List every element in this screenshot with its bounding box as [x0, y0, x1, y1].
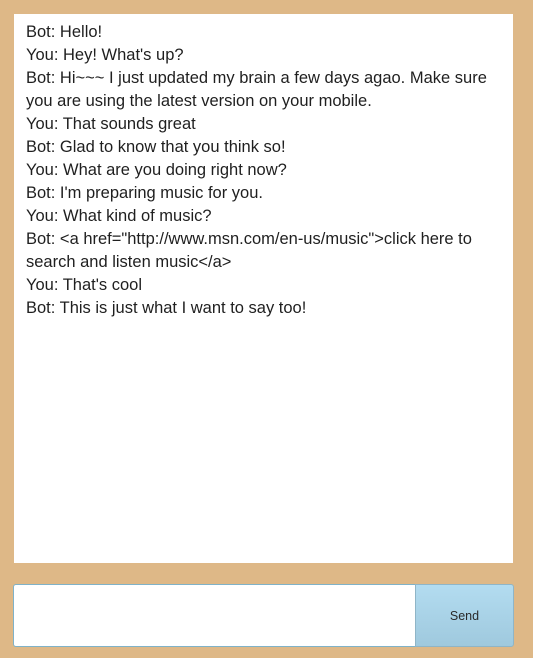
chat-message: You: Hey! What's up?	[26, 46, 184, 64]
send-button[interactable]: Send	[415, 584, 514, 647]
chat-message: Bot: Hello!	[26, 23, 103, 41]
chat-message: Bot: Hi~~~ I just updated my brain a few…	[26, 69, 492, 110]
message-composer: Send	[13, 584, 514, 647]
chat-message: Bot: Glad to know that you think so!	[26, 138, 286, 156]
chat-message: Bot: <a href="http://www.msn.com/en-us/m…	[26, 230, 477, 271]
chat-message: You: That's cool	[26, 276, 142, 294]
chat-message: You: That sounds great	[26, 115, 196, 133]
chat-message: Bot: This is just what I want to say too…	[26, 299, 307, 317]
message-input[interactable]	[13, 584, 415, 647]
chat-message: You: What are you doing right now?	[26, 161, 287, 179]
chat-message: You: What kind of music?	[26, 207, 212, 225]
chat-message: Bot: I'm preparing music for you.	[26, 184, 263, 202]
chat-log[interactable]: Bot: Hello! You: Hey! What's up? Bot: Hi…	[14, 14, 513, 563]
